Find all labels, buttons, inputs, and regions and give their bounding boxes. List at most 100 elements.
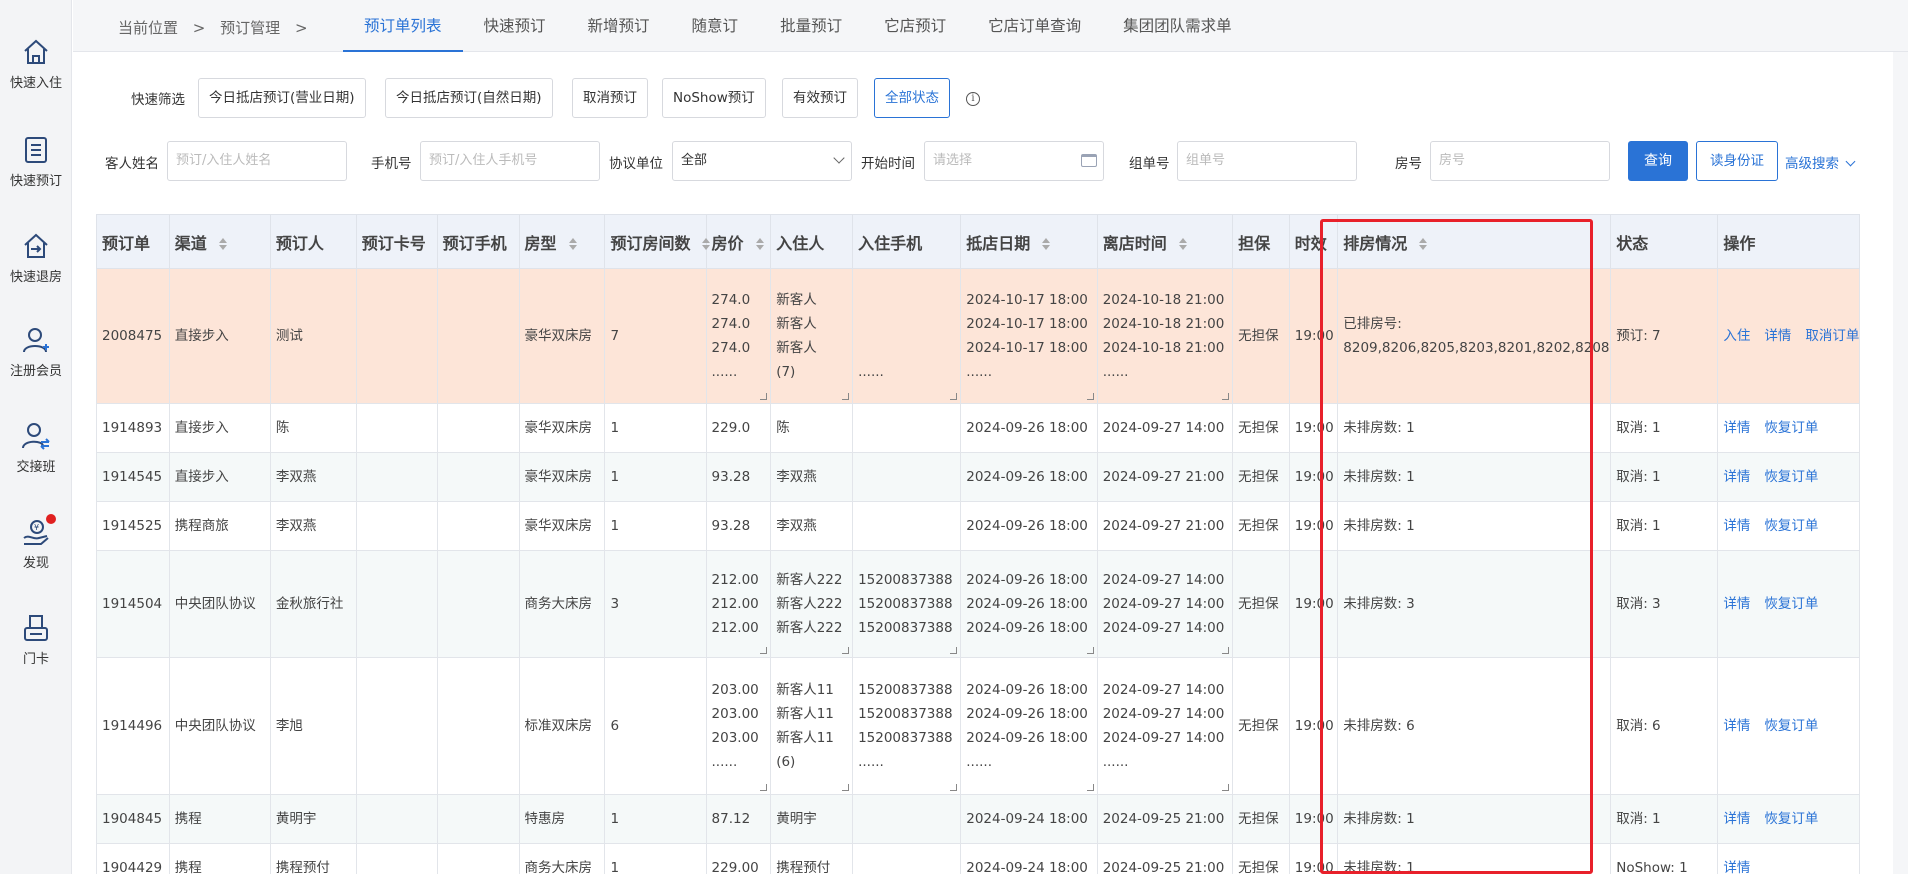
sort-icon[interactable]	[568, 238, 577, 250]
column-header[interactable]: 预订房间数	[604, 214, 711, 269]
column-header[interactable]: 渠道	[168, 214, 271, 269]
resize-grip-icon[interactable]	[950, 393, 958, 400]
resize-grip-icon[interactable]	[1222, 393, 1230, 400]
table-row[interactable]: 1914893 直接步入陈豪华双床房 1 229.0 陈 2024-09-26 18:00…	[96, 403, 1860, 453]
filter-all-status-button[interactable]: 全部状态	[874, 78, 950, 118]
sidebar-item-room-card[interactable]: 门卡	[0, 614, 72, 667]
row-action-link[interactable]: 恢复订单	[1764, 469, 1818, 485]
arrival-date-cell: 2024-09-24 18:00	[960, 843, 1098, 874]
phone-input[interactable]: 预订/入住人手机号	[420, 141, 600, 181]
tab-other-store-query[interactable]: 它店订单查询	[967, 0, 1102, 52]
filter-valid-button[interactable]: 有效预订	[782, 78, 858, 118]
row-action-link[interactable]: 取消订单	[1805, 328, 1858, 344]
table-row[interactable]: 1914545 直接步入 李双燕 豪华双床房 1 93.28 李双燕 2024-09-26 1…	[96, 452, 1860, 502]
tab-quick-booking[interactable]: 快速预订	[463, 0, 567, 52]
table-row[interactable]: 1914525 携程商旅 李双燕 豪华双床房 1 93.28 李双燕 2024-09-26 1…	[96, 501, 1860, 551]
status-cell: 取消: 1	[1610, 794, 1719, 844]
row-action-link[interactable]: 详情	[1764, 328, 1791, 344]
row-action-link[interactable]: 详情	[1723, 518, 1750, 534]
row-action-link[interactable]: 详情	[1723, 811, 1750, 827]
info-icon[interactable]: i	[966, 92, 980, 106]
read-id-card-button[interactable]: 读身份证	[1696, 141, 1778, 181]
column-header-label: 房型	[524, 233, 557, 253]
table-row[interactable]: 2008475 直接步入 测试 豪华双床房 7 274.0 274.0 274.0......…	[96, 268, 1860, 404]
actions-cell: 详情 恢复订单	[1717, 657, 1860, 795]
room-no-input[interactable]: 房号	[1430, 141, 1610, 181]
table-row[interactable]: 1904845 携程 黄明宇 特惠房 1 87.12 黄明宇 2024-09-24 18:00…	[96, 794, 1860, 844]
group-no-input[interactable]: 组单号	[1177, 141, 1357, 181]
advanced-search-link[interactable]: 高级搜索	[1785, 152, 1856, 172]
tab-group-demand[interactable]: 集团团队需求单	[1102, 0, 1253, 52]
tab-new-booking[interactable]: 新增预订	[567, 0, 671, 52]
row-action-link[interactable]: 详情	[1723, 860, 1750, 874]
start-time-input[interactable]: 请选择	[924, 141, 1104, 181]
query-button[interactable]: 查询	[1628, 141, 1688, 181]
row-action-link[interactable]: 恢复订单	[1764, 718, 1818, 734]
sort-icon[interactable]	[702, 238, 711, 250]
sort-icon[interactable]	[218, 238, 227, 250]
row-action-link[interactable]: 恢复订单	[1764, 811, 1818, 827]
departure-time-cell-line: 2024-10-18 21:00	[1102, 292, 1225, 308]
sort-icon[interactable]	[1178, 238, 1187, 250]
sidebar-item-quick-checkout[interactable]: 快速退房	[0, 232, 72, 285]
sidebar-item-quick-checkin[interactable]: 快速入住	[0, 38, 72, 91]
row-action-link[interactable]: 详情	[1723, 420, 1750, 436]
resize-grip-icon[interactable]	[950, 647, 958, 654]
row-action-link[interactable]: 详情	[1723, 469, 1750, 485]
tab-batch-booking[interactable]: 批量预订	[759, 0, 863, 52]
tab-bar: 预订单列表 快速预订 新增预订 随意订 批量预订 它店预订 它店订单查询 集团团…	[343, 0, 1253, 52]
resize-grip-icon[interactable]	[1086, 784, 1094, 791]
row-action-link[interactable]: 入住	[1723, 328, 1750, 344]
table-row[interactable]: 1904429 携程 携程预付 商务大床房 1 229.00 携程预付 2024-09-24 …	[96, 843, 1860, 874]
sidebar-item-quick-booking[interactable]: 快速预订	[0, 136, 72, 189]
room-type-cell: 标准双床房	[518, 657, 606, 795]
sidebar-item-shift-handover[interactable]: 交接班	[0, 422, 72, 475]
booking-table: 预订单 渠道 预订人 预订卡号 预订手机 房型 预订房间数 房价 入住人 入住手机 抵店日期 离店时间…	[96, 214, 1860, 874]
row-action-link[interactable]: 详情	[1723, 596, 1750, 612]
resize-grip-icon[interactable]	[842, 784, 850, 791]
breadcrumb-section[interactable]: 预订管理	[220, 19, 280, 37]
table-row[interactable]: 1914496 中央团队协议 李旭 标准双床房 6 203.00 203.00 203.00.…	[96, 657, 1860, 795]
booking-card-cell	[355, 550, 438, 658]
column-header-label: 入住手机	[858, 233, 923, 253]
resize-grip-icon[interactable]	[842, 393, 850, 400]
filter-cancelled-button[interactable]: 取消预订	[572, 78, 648, 118]
tab-booking-list[interactable]: 预订单列表	[343, 0, 463, 52]
row-action-link[interactable]: 恢复订单	[1764, 420, 1818, 436]
filter-today-arrival-business-button[interactable]: 今日抵店预订(营业日期)	[198, 78, 366, 118]
column-header[interactable]: 抵店日期	[960, 214, 1098, 269]
column-header-label: 渠道	[174, 233, 207, 253]
sidebar-item-discover[interactable]: ¥ 发现	[0, 514, 72, 571]
sidebar-item-register-member[interactable]: 注册会员	[0, 326, 72, 379]
resize-grip-icon[interactable]	[842, 647, 850, 654]
tab-other-store-booking[interactable]: 它店预订	[863, 0, 967, 52]
row-action-link[interactable]: 详情	[1723, 718, 1750, 734]
tab-casual-booking[interactable]: 随意订	[671, 0, 760, 52]
resize-grip-icon[interactable]	[760, 393, 768, 400]
booker-cell: 李双燕	[269, 452, 357, 502]
table-row[interactable]: 1914504 中央团队协议 金秋旅行社 商务大床房 3 212.00 212.00 212.…	[96, 550, 1860, 658]
sort-icon[interactable]	[755, 238, 764, 250]
resize-grip-icon[interactable]	[1222, 647, 1230, 654]
column-header[interactable]: 房价	[705, 214, 772, 269]
resize-grip-icon[interactable]	[1086, 647, 1094, 654]
resize-grip-icon[interactable]	[760, 784, 768, 791]
agreement-select[interactable]: 全部	[672, 141, 852, 181]
column-header[interactable]: 排房情况	[1337, 214, 1612, 269]
sort-icon[interactable]	[1042, 238, 1051, 250]
resize-grip-icon[interactable]	[760, 647, 768, 654]
sort-icon[interactable]	[1419, 238, 1428, 250]
filter-today-arrival-natural-button[interactable]: 今日抵店预订(自然日期)	[385, 78, 553, 118]
guest-cell-line: 新客人	[776, 340, 817, 356]
row-action-link[interactable]: 恢复订单	[1764, 518, 1818, 534]
row-action-link[interactable]: 恢复订单	[1764, 596, 1818, 612]
guest-name-input[interactable]: 预订/入住人姓名	[167, 141, 347, 181]
column-header[interactable]: 离店时间	[1096, 214, 1234, 269]
filter-noshow-button[interactable]: NoShow预订	[662, 78, 766, 118]
room-count-cell: 1	[604, 843, 707, 874]
resize-grip-icon[interactable]	[950, 784, 958, 791]
resize-grip-icon[interactable]	[1086, 393, 1094, 400]
booking-id-cell: 2008475	[96, 268, 170, 404]
resize-grip-icon[interactable]	[1222, 784, 1230, 791]
column-header[interactable]: 房型	[518, 214, 606, 269]
